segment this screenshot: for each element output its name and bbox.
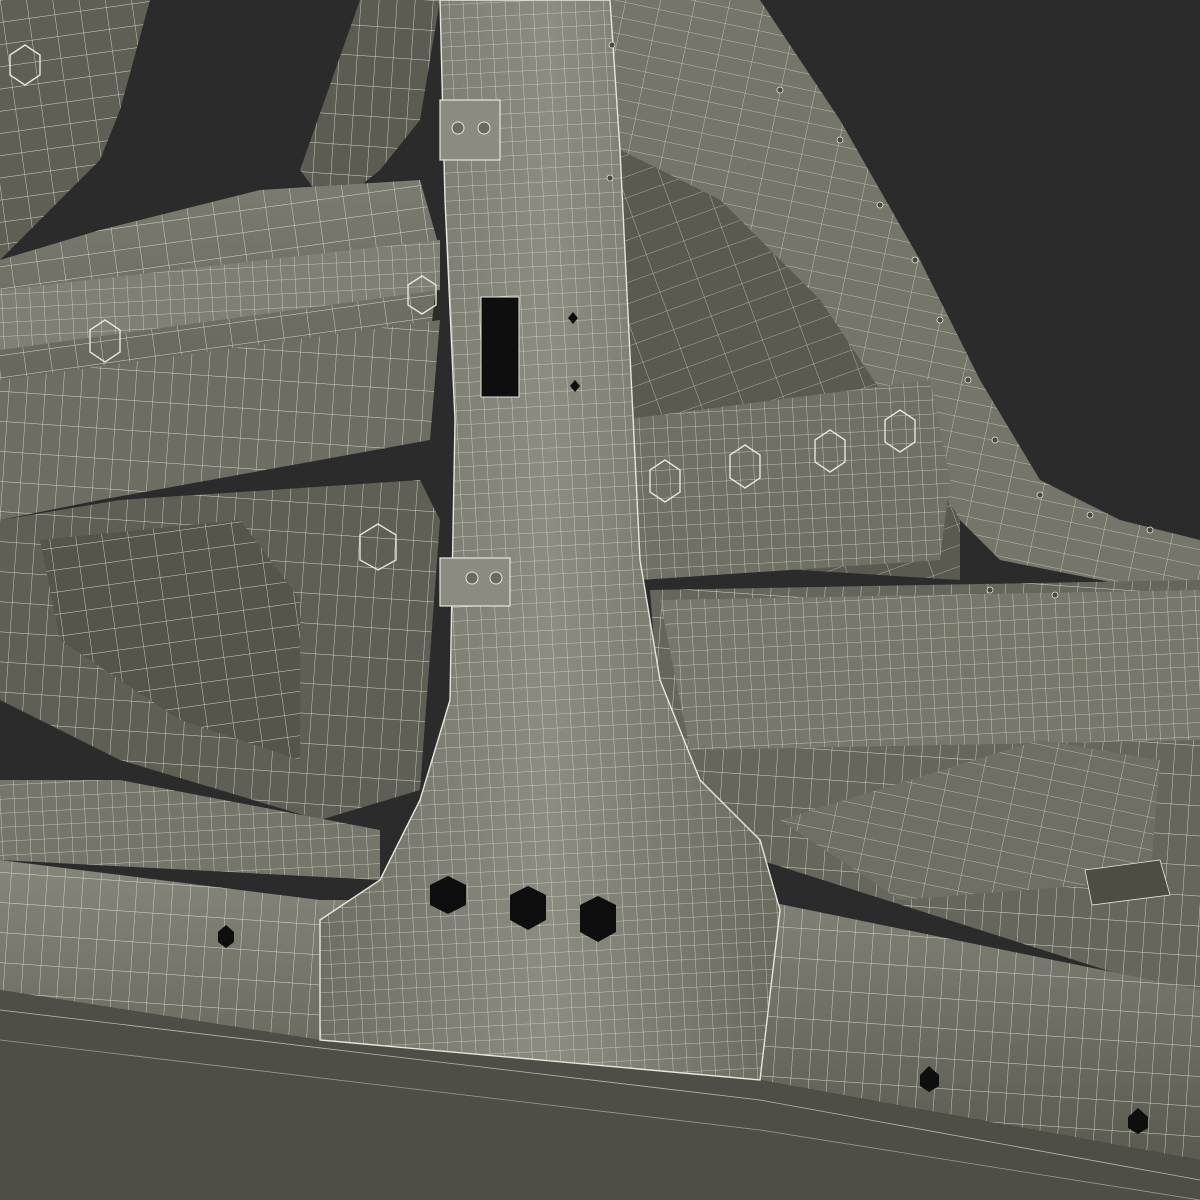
door-hinge-lower bbox=[439, 557, 511, 607]
pillar-slot-opening bbox=[480, 296, 520, 398]
render-viewport bbox=[0, 0, 1200, 1200]
car-body-wireframe-render bbox=[0, 0, 1200, 1200]
door-hinge-upper bbox=[439, 99, 501, 161]
